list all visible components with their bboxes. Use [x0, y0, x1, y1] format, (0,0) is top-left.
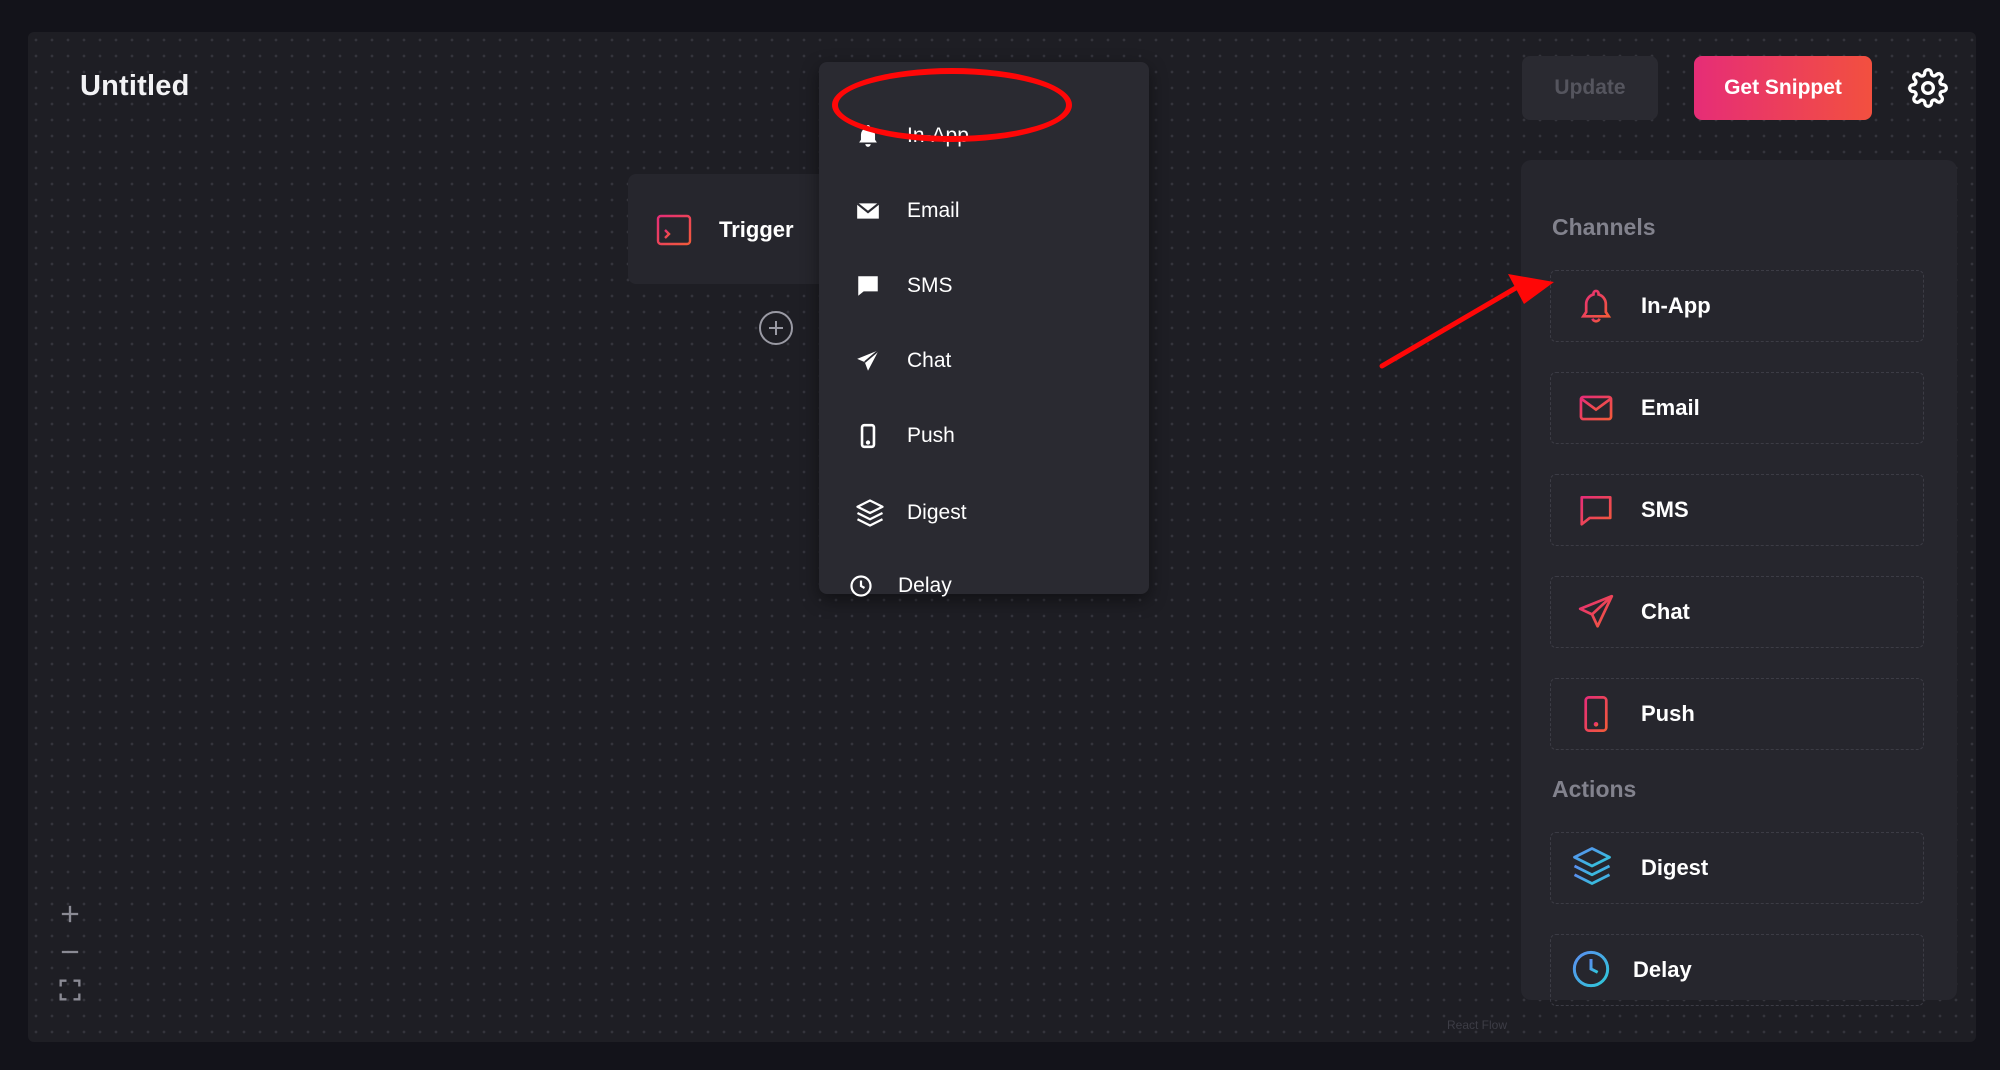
zoom-in-button[interactable] — [56, 900, 84, 928]
workflow-canvas[interactable]: Untitled Update Get Snippet Trigger In-A… — [28, 32, 1976, 1042]
fit-view-button[interactable] — [56, 976, 84, 1004]
react-flow-attribution[interactable]: React Flow — [1447, 1018, 1507, 1032]
annotation-arrow — [1379, 274, 1554, 369]
zoom-out-button[interactable] — [56, 938, 84, 966]
